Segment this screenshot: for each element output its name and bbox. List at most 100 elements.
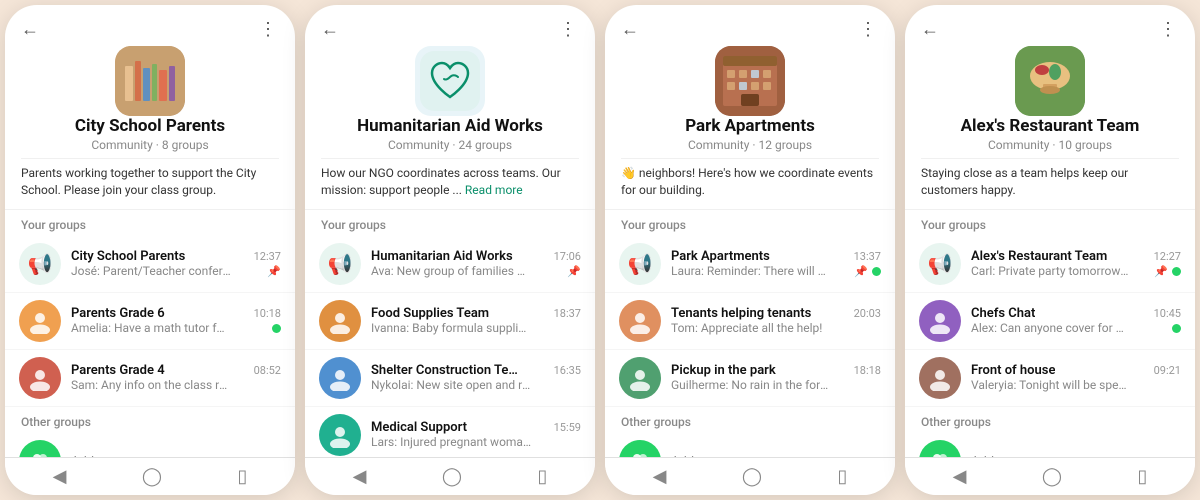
group-time: 09:21 — [1154, 364, 1181, 377]
group-preview: Ava: New group of families waitin... — [371, 264, 531, 278]
community-desc: 👋 neighbors! Here's how we coordinate ev… — [621, 158, 879, 203]
unread-dot — [1172, 324, 1181, 333]
group-preview: Carl: Private party tomorrow in... — [971, 264, 1131, 278]
group-name: Medical Support — [371, 420, 467, 435]
nav-home-icon[interactable]: ◯ — [1042, 466, 1062, 487]
group-preview: Lars: Injured pregnant woman in need... — [371, 435, 531, 449]
group-item[interactable]: Pickup in the park 18:18 Guilherme: No r… — [605, 350, 895, 407]
phone-header: ← ⋮ Alex's Restaurant Team Community · 1… — [905, 5, 1195, 210]
group-name: Shelter Construction Team — [371, 363, 521, 378]
nav-back-icon[interactable]: ◀ — [653, 466, 667, 487]
megaphone-icon: 📢 — [19, 243, 61, 285]
group-preview: Ivanna: Baby formula supplies running ..… — [371, 321, 531, 335]
phone-top-bar: ← ⋮ — [21, 19, 279, 40]
megaphone-icon: 📢 — [619, 243, 661, 285]
group-item[interactable]: 📢 City School Parents 12:37 José: Parent… — [5, 236, 295, 293]
group-info: Chefs Chat 10:45 Alex: Can anyone cover … — [971, 306, 1181, 335]
your-groups-label: Your groups — [605, 210, 895, 236]
group-item[interactable]: Chefs Chat 10:45 Alex: Can anyone cover … — [905, 293, 1195, 350]
more-menu-button[interactable]: ⋮ — [1159, 19, 1179, 40]
nav-recent-icon[interactable]: ▯ — [537, 466, 547, 487]
other-groups-label: Other groups — [5, 407, 295, 433]
group-name: Pickup in the park — [671, 363, 776, 378]
group-item[interactable]: Food Supplies Team 18:37 Ivanna: Baby fo… — [305, 293, 595, 350]
community-name: City School Parents — [75, 116, 225, 136]
back-button[interactable]: ← — [621, 19, 639, 40]
other-group-item[interactable]: Add group — [605, 433, 895, 457]
bottom-nav: ◀ ◯ ▯ — [305, 457, 595, 495]
group-name: Humanitarian Aid Works — [371, 249, 513, 264]
bottom-nav: ◀ ◯ ▯ — [5, 457, 295, 495]
nav-back-icon[interactable]: ◀ — [53, 466, 67, 487]
other-group-item[interactable]: Add group — [5, 433, 295, 457]
pin-icon: 📌 — [267, 265, 281, 278]
unread-dot — [1172, 267, 1181, 276]
group-name: Chefs Chat — [971, 306, 1035, 321]
other-group-item[interactable]: Add group — [905, 433, 1195, 457]
group-item[interactable]: Front of house 09:21 Valeryia: Tonight w… — [905, 350, 1195, 407]
group-info: Tenants helping tenants 20:03 Tom: Appre… — [671, 306, 881, 335]
group-item[interactable]: 📢 Park Apartments 13:37 Laura: Reminder:… — [605, 236, 895, 293]
group-avatar — [619, 357, 661, 399]
back-button[interactable]: ← — [921, 19, 939, 40]
community-name: Humanitarian Aid Works — [357, 116, 543, 136]
group-indicators — [1172, 324, 1181, 333]
community-avatar-books — [115, 46, 185, 116]
nav-recent-icon[interactable]: ▯ — [237, 466, 247, 487]
nav-home-icon[interactable]: ◯ — [442, 466, 462, 487]
group-item[interactable]: Parents Grade 6 10:18 Amelia: Have a mat… — [5, 293, 295, 350]
nav-home-icon[interactable]: ◯ — [142, 466, 162, 487]
group-item[interactable]: Tenants helping tenants 20:03 Tom: Appre… — [605, 293, 895, 350]
group-preview: Nykolai: New site open and ready for ... — [371, 378, 531, 392]
phone-city-school: ← ⋮ City School Parents Community · 8 gr… — [5, 5, 295, 495]
pin-icon: 📌 — [854, 265, 868, 278]
unread-dot — [272, 324, 281, 333]
group-item[interactable]: Medical Support 15:59 Lars: Injured preg… — [305, 407, 595, 457]
group-time: 20:03 — [854, 307, 881, 320]
group-preview: Sam: Any info on the class recital? — [71, 378, 231, 392]
nav-back-icon[interactable]: ◀ — [953, 466, 967, 487]
read-more-link[interactable]: Read more — [465, 183, 523, 197]
group-info: Parents Grade 4 08:52 Sam: Any info on t… — [71, 363, 281, 392]
group-preview: Guilherme: No rain in the forecast! — [671, 378, 831, 392]
group-item[interactable]: Parents Grade 4 08:52 Sam: Any info on t… — [5, 350, 295, 407]
group-time: 10:18 — [254, 307, 281, 320]
group-info: City School Parents 12:37 José: Parent/T… — [71, 249, 281, 278]
group-item[interactable]: Shelter Construction Team 16:35 Nykolai:… — [305, 350, 595, 407]
group-name: Food Supplies Team — [371, 306, 489, 321]
group-info: Alex's Restaurant Team 12:27 Carl: Priva… — [971, 249, 1181, 278]
group-info: Pickup in the park 18:18 Guilherme: No r… — [671, 363, 881, 392]
group-indicators — [272, 324, 281, 333]
group-avatar — [919, 357, 961, 399]
megaphone-icon: 📢 — [319, 243, 361, 285]
group-item[interactable]: 📢 Humanitarian Aid Works 17:06 Ava: New … — [305, 236, 595, 293]
more-menu-button[interactable]: ⋮ — [559, 19, 579, 40]
nav-recent-icon[interactable]: ▯ — [1137, 466, 1147, 487]
phone-top-bar: ← ⋮ — [321, 19, 579, 40]
back-button[interactable]: ← — [321, 19, 339, 40]
group-time: 13:37 — [854, 250, 881, 263]
group-info: Medical Support 15:59 Lars: Injured preg… — [371, 420, 581, 449]
add-group-icon — [619, 440, 661, 457]
group-preview: Alex: Can anyone cover for me? — [971, 321, 1131, 335]
nav-recent-icon[interactable]: ▯ — [837, 466, 847, 487]
nav-home-icon[interactable]: ◯ — [742, 466, 762, 487]
group-name: Front of house — [971, 363, 1055, 378]
group-preview: Valeryia: Tonight will be special! — [971, 378, 1131, 392]
group-time: 12:27 — [1154, 250, 1181, 263]
group-time: 12:37 — [254, 250, 281, 263]
phone-park-apartments: ← ⋮ Park Apartments Community · 12 grou — [605, 5, 895, 495]
bottom-nav: ◀ ◯ ▯ — [905, 457, 1195, 495]
back-button[interactable]: ← — [21, 19, 39, 40]
group-name: Alex's Restaurant Team — [971, 249, 1107, 264]
phone-humanitarian: ← ⋮ Humanitarian Aid Works Community · 2… — [305, 5, 595, 495]
other-groups-label: Other groups — [605, 407, 895, 433]
nav-back-icon[interactable]: ◀ — [353, 466, 367, 487]
group-avatar — [19, 300, 61, 342]
more-menu-button[interactable]: ⋮ — [259, 19, 279, 40]
group-preview: Tom: Appreciate all the help! — [671, 321, 822, 335]
more-menu-button[interactable]: ⋮ — [859, 19, 879, 40]
group-item[interactable]: 📢 Alex's Restaurant Team 12:27 Carl: Pri… — [905, 236, 1195, 293]
groups-section: Your groups 📢 Park Apartments 13:37 Laur… — [605, 210, 895, 457]
group-name: Parents Grade 6 — [71, 306, 165, 321]
